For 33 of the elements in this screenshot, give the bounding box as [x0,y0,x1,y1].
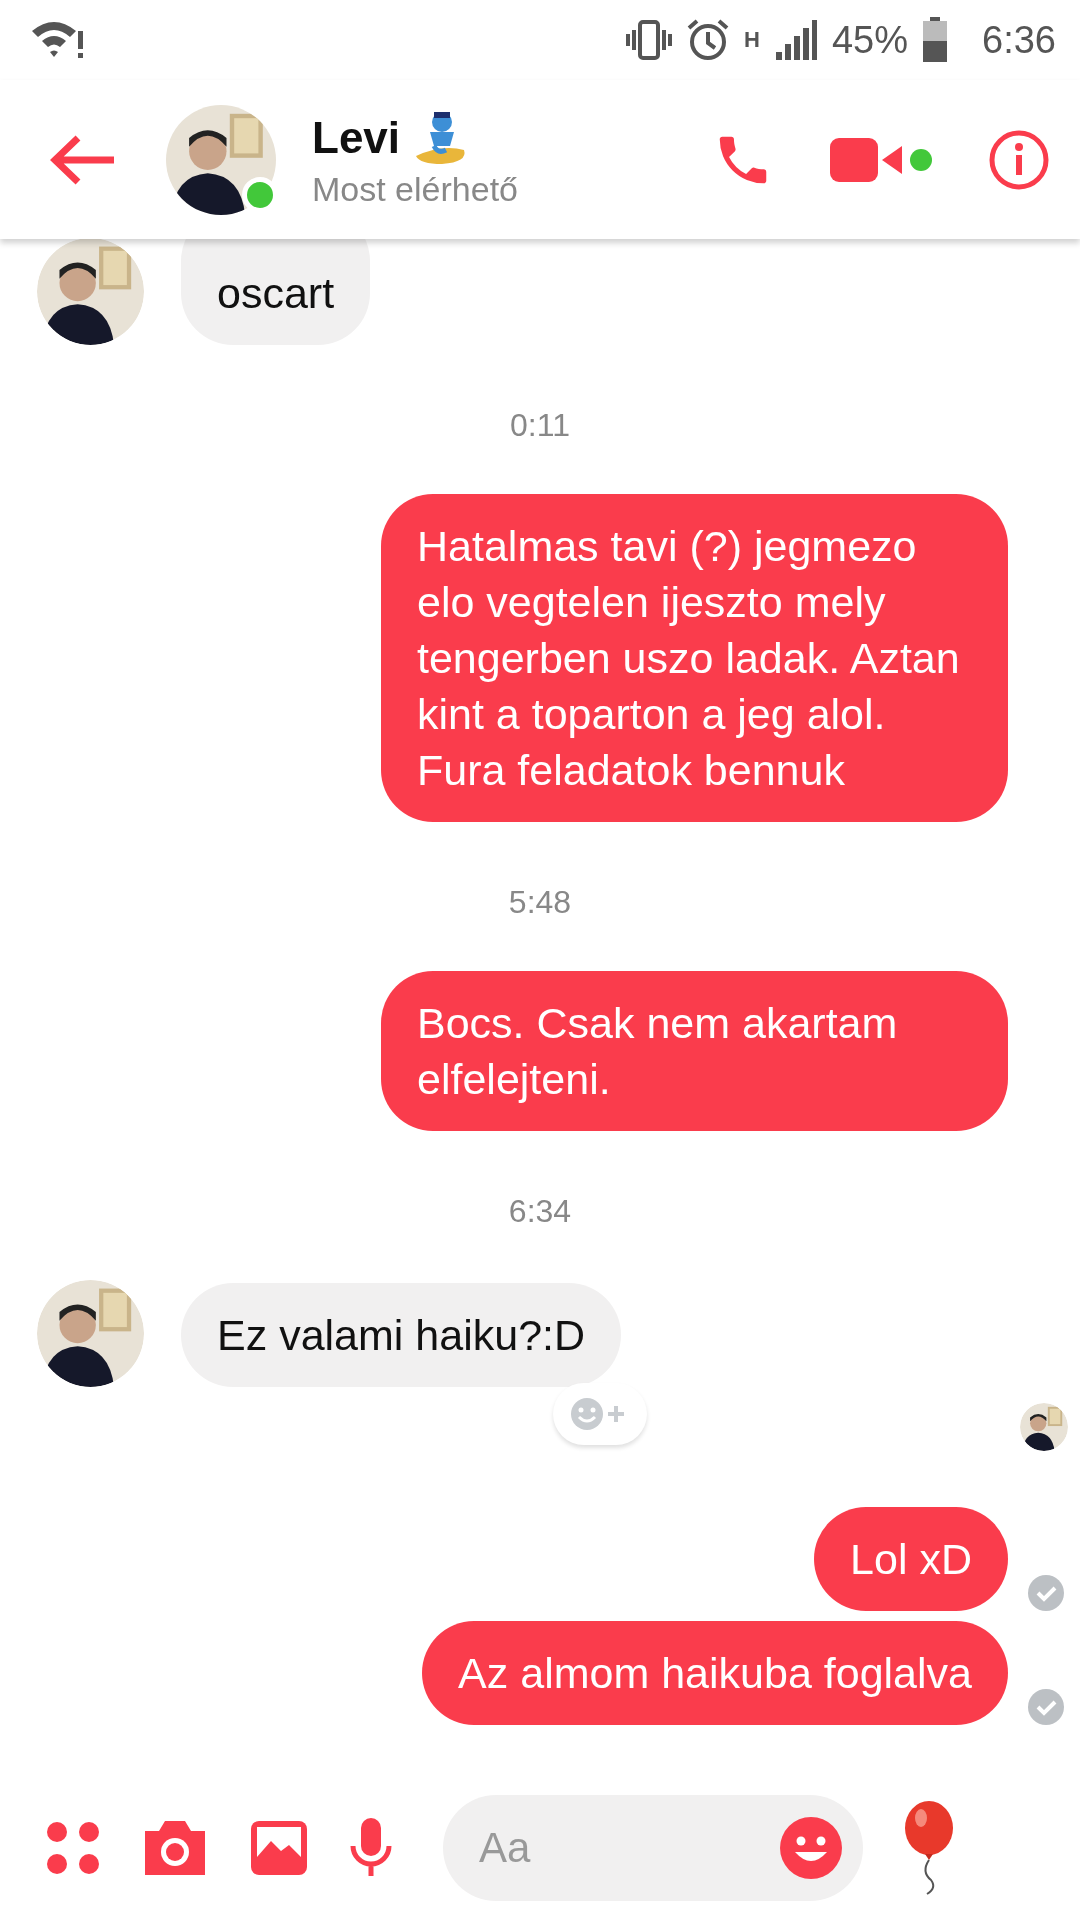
timestamp: 6:34 [507,1193,573,1230]
battery-icon [922,17,949,63]
received-message: Ez valami haiku?:D [181,1283,622,1387]
balloon-button[interactable] [903,1800,955,1896]
sent-message: Lol xD [814,1507,1008,1611]
timestamp: 5:48 [507,884,573,921]
sent-message: Az almom haikuba foglalva [422,1621,1008,1725]
back-button[interactable] [50,134,116,185]
balloon-icon [903,1800,955,1896]
more-button[interactable] [45,1820,101,1876]
video-call-button[interactable] [830,137,932,182]
clock: 6:36 [982,18,1056,62]
signal-icon [773,18,818,62]
info-icon [988,128,1050,191]
vibrate-icon [626,20,673,60]
sent-message: Bocs. Csak nem akartam elfelejteni. [381,971,1008,1131]
back-icon [50,134,116,185]
contact-name: Levi [312,113,401,163]
sent-message: Hatalmas tavi (?) jegmezo elo vegtelen ijeszto mely tengerben uszo ladak. Aztan kint a toparton a jeg alol. Fura feladatok bennuk [381,494,1008,822]
smiley-icon [779,1816,843,1880]
timestamp: 0:11 [509,407,571,444]
network-type: H [744,27,760,53]
avatar [1020,1403,1068,1451]
info-button[interactable] [988,128,1050,191]
gallery-button[interactable] [249,1819,309,1877]
video-camera-icon [830,137,902,182]
four-dots-icon [45,1820,101,1876]
presence-status: Most elérhető [312,170,519,209]
message-field[interactable]: Aa [443,1795,863,1901]
image-icon [249,1819,309,1877]
battery-level: 45% [831,18,909,62]
emoji-button[interactable] [779,1816,843,1880]
alarm-icon [686,18,731,62]
